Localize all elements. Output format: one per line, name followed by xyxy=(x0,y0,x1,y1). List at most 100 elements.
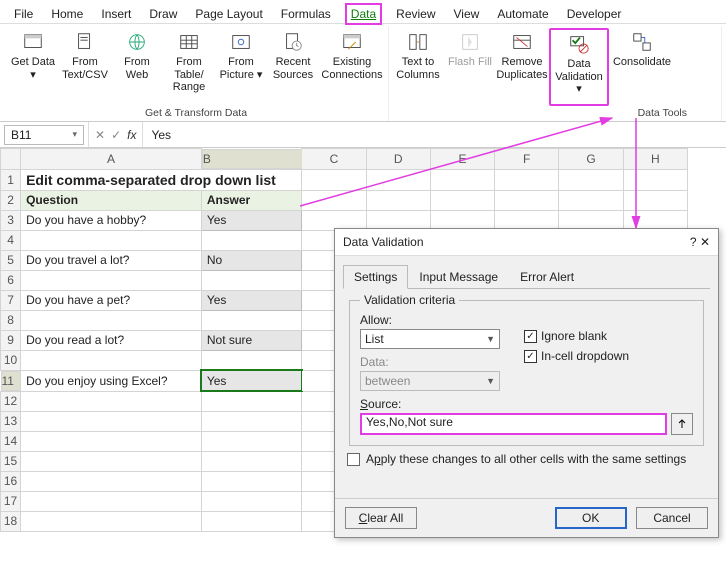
ok-button[interactable]: OK xyxy=(555,507,627,529)
formula-value[interactable]: Yes xyxy=(143,128,179,142)
row-header[interactable]: 11 xyxy=(1,371,21,391)
row-header[interactable]: 18 xyxy=(1,511,21,531)
cell[interactable] xyxy=(430,169,494,190)
tab-page-layout[interactable]: Page Layout xyxy=(191,5,266,23)
cancel-button[interactable]: Cancel xyxy=(636,507,708,529)
row-header[interactable]: 9 xyxy=(1,330,21,350)
clear-all-button[interactable]: Clear All xyxy=(345,507,417,529)
cell[interactable] xyxy=(21,270,202,290)
cell[interactable] xyxy=(21,491,202,511)
cell[interactable] xyxy=(495,169,559,190)
cell[interactable] xyxy=(495,210,559,230)
cell[interactable] xyxy=(201,411,301,431)
row-header[interactable]: 7 xyxy=(1,290,21,310)
dialog-tab-error-alert[interactable]: Error Alert xyxy=(509,265,585,289)
dialog-help-button[interactable]: ? xyxy=(690,235,697,249)
tab-data[interactable]: Data xyxy=(345,3,382,25)
cell[interactable]: No xyxy=(201,250,301,270)
cell[interactable]: Yes xyxy=(201,210,301,230)
cell[interactable] xyxy=(21,411,202,431)
col-header-h[interactable]: H xyxy=(623,149,687,170)
incell-dropdown-checkbox[interactable]: ✓ In-cell dropdown xyxy=(524,349,629,363)
from-picture-button[interactable]: From Picture ▾ xyxy=(216,28,266,106)
cell[interactable] xyxy=(21,471,202,491)
cell[interactable] xyxy=(21,511,202,531)
cell[interactable]: Answer xyxy=(201,190,301,210)
cell[interactable] xyxy=(201,491,301,511)
cell[interactable] xyxy=(201,431,301,451)
text-to-columns-button[interactable]: Text to Columns xyxy=(393,28,443,106)
row-header[interactable]: 14 xyxy=(1,431,21,451)
cell[interactable] xyxy=(366,210,430,230)
cell[interactable] xyxy=(559,190,623,210)
existing-connections-button[interactable]: Existing Connections xyxy=(320,28,384,106)
range-picker-button[interactable] xyxy=(671,413,693,435)
row-header[interactable]: 10 xyxy=(1,350,21,370)
ignore-blank-checkbox[interactable]: ✓ Ignore blank xyxy=(524,329,629,343)
cell[interactable] xyxy=(201,471,301,491)
from-web-button[interactable]: From Web xyxy=(112,28,162,106)
col-header-e[interactable]: E xyxy=(430,149,494,170)
row-header[interactable]: 6 xyxy=(1,270,21,290)
cell[interactable]: Do you enjoy using Excel? xyxy=(21,370,202,391)
cell[interactable] xyxy=(559,210,623,230)
cell[interactable] xyxy=(302,190,366,210)
row-header[interactable]: 13 xyxy=(1,411,21,431)
tab-draw[interactable]: Draw xyxy=(145,5,181,23)
data-validation-button[interactable]: Data Validation ▾ xyxy=(549,28,609,106)
row-header[interactable]: 8 xyxy=(1,310,21,330)
from-table-range-button[interactable]: From Table/ Range xyxy=(164,28,214,106)
cell[interactable] xyxy=(21,310,202,330)
cell[interactable]: Do you have a pet? xyxy=(21,290,202,310)
active-cell[interactable]: Yes ▼ xyxy=(201,370,301,391)
tab-automate[interactable]: Automate xyxy=(493,5,552,23)
cell[interactable]: Yes xyxy=(201,290,301,310)
cell[interactable]: Question xyxy=(21,190,202,210)
remove-duplicates-button[interactable]: Remove Duplicates xyxy=(497,28,547,106)
cell[interactable]: Not sure xyxy=(201,330,301,350)
cell[interactable] xyxy=(201,310,301,330)
name-box[interactable]: B11 ▾ xyxy=(4,125,84,145)
cancel-entry-icon[interactable]: ✕ xyxy=(95,128,105,142)
cell[interactable] xyxy=(559,169,623,190)
cell[interactable] xyxy=(21,431,202,451)
col-header-g[interactable]: G xyxy=(559,149,623,170)
cell[interactable]: Do you travel a lot? xyxy=(21,250,202,270)
cell[interactable] xyxy=(201,350,301,370)
cell[interactable] xyxy=(21,391,202,411)
row-header[interactable]: 12 xyxy=(1,391,21,411)
col-header-c[interactable]: C xyxy=(302,149,366,170)
source-input[interactable]: Yes,No,Not sure xyxy=(360,413,667,435)
cell[interactable] xyxy=(201,391,301,411)
fx-icon[interactable]: fx xyxy=(127,128,136,142)
flash-fill-button[interactable]: Flash Fill xyxy=(445,28,495,106)
cell[interactable] xyxy=(302,169,366,190)
consolidate-button[interactable]: Consolidate xyxy=(611,28,673,106)
tab-review[interactable]: Review xyxy=(392,5,439,23)
tab-formulas[interactable]: Formulas xyxy=(277,5,335,23)
cell[interactable] xyxy=(495,190,559,210)
row-header[interactable]: 4 xyxy=(1,230,21,250)
row-header[interactable]: 17 xyxy=(1,491,21,511)
row-header[interactable]: 16 xyxy=(1,471,21,491)
allow-select[interactable]: List ▼ xyxy=(360,329,500,349)
cell[interactable]: Do you read a lot? xyxy=(21,330,202,350)
cell[interactable] xyxy=(201,451,301,471)
tab-home[interactable]: Home xyxy=(47,5,87,23)
dialog-tab-input-message[interactable]: Input Message xyxy=(408,265,509,289)
col-header-a[interactable]: A xyxy=(21,149,202,170)
col-header-f[interactable]: F xyxy=(495,149,559,170)
apply-all-checkbox[interactable] xyxy=(347,453,360,466)
dialog-tab-settings[interactable]: Settings xyxy=(343,265,408,289)
row-header[interactable]: 3 xyxy=(1,210,21,230)
cell[interactable] xyxy=(366,190,430,210)
row-header[interactable]: 15 xyxy=(1,451,21,471)
cell[interactable] xyxy=(21,451,202,471)
cell[interactable] xyxy=(623,190,687,210)
tab-view[interactable]: View xyxy=(450,5,484,23)
cell[interactable] xyxy=(430,210,494,230)
cell[interactable] xyxy=(366,169,430,190)
row-header[interactable]: 1 xyxy=(1,169,21,190)
confirm-entry-icon[interactable]: ✓ xyxy=(111,128,121,142)
from-text-csv-button[interactable]: From Text/CSV xyxy=(60,28,110,106)
